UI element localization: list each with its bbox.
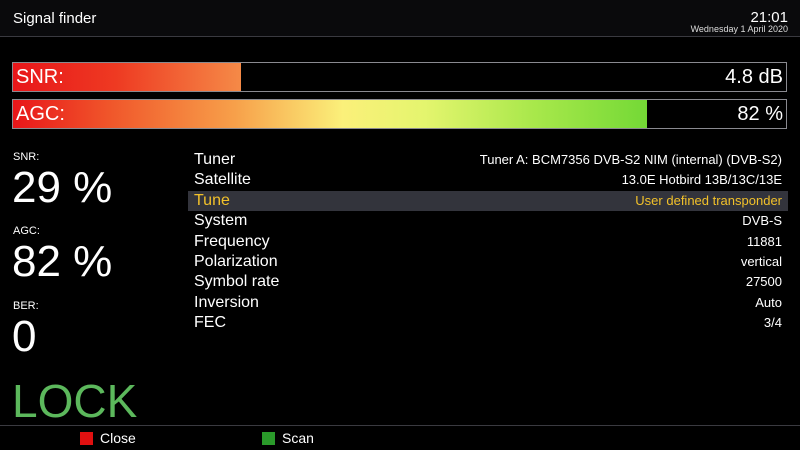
close-key-label: Close	[100, 430, 136, 446]
info-row[interactable]: Frequency 11881	[188, 232, 788, 252]
footer-bar: Close Scan	[0, 425, 800, 450]
agc-bar-label: AGC:	[16, 103, 65, 125]
ber-stat-value: 0	[12, 312, 37, 361]
agc-bar: AGC: 82 %	[12, 99, 787, 129]
info-row[interactable]: Symbol rate 27500	[188, 272, 788, 292]
info-row-value: 11881	[746, 233, 782, 249]
agc-stat-label: AGC:	[13, 225, 40, 237]
info-row-value: User defined transponder	[635, 192, 782, 208]
ber-stat-label: BER:	[13, 300, 39, 312]
close-key[interactable]: Close	[80, 430, 136, 446]
red-button-icon	[80, 431, 93, 445]
info-row-key: Polarization	[194, 252, 278, 270]
info-row-value: DVB-S	[742, 213, 782, 229]
info-row-key: Frequency	[194, 232, 270, 250]
info-row-key: Tuner	[194, 151, 236, 168]
info-row[interactable]: Satellite 13.0E Hotbird 13B/13C/13E	[188, 170, 788, 190]
info-row-value: 27500	[745, 274, 782, 290]
info-row-value: 3/4	[763, 315, 782, 331]
info-row[interactable]: FEC 3/4	[188, 313, 788, 333]
snr-stat-value: 29 %	[12, 163, 113, 212]
info-row-value: Tuner A: BCM7356 DVB-S2 NIM (internal) (…	[479, 152, 782, 167]
agc-stat-value: 82 %	[12, 237, 113, 286]
info-row-key: Satellite	[194, 171, 251, 189]
lock-status: LOCK	[12, 375, 138, 427]
agc-bar-fill	[13, 100, 647, 128]
agc-bar-value: 82 %	[737, 103, 783, 125]
page-title: Signal finder	[13, 10, 97, 27]
info-row-key: Inversion	[194, 293, 259, 311]
snr-bar-value: 4.8 dB	[725, 66, 783, 88]
snr-bar: SNR: 4.8 dB	[12, 62, 787, 92]
snr-bar-label: SNR:	[16, 66, 64, 88]
date-label: Wednesday 1 April 2020	[690, 24, 788, 34]
info-row-key: FEC	[194, 314, 226, 332]
info-row-key: Symbol rate	[194, 273, 280, 291]
info-row-value: 13.0E Hotbird 13B/13C/13E	[621, 172, 782, 188]
scan-key-label: Scan	[282, 430, 314, 446]
tuner-info-list: Tuner Tuner A: BCM7356 DVB-S2 NIM (intern…	[188, 150, 788, 334]
info-row[interactable]: System DVB-S	[188, 211, 788, 231]
info-row[interactable]: Tune User defined transponder	[188, 190, 788, 212]
info-row-key: System	[194, 212, 248, 230]
signal-finder-screen: Signal finder 21:01 Wednesday 1 April 20…	[0, 0, 800, 450]
info-row[interactable]: Polarization vertical	[188, 252, 788, 272]
snr-stat-label: SNR:	[13, 151, 40, 163]
info-row[interactable]: Tuner Tuner A: BCM7356 DVB-S2 NIM (intern…	[188, 150, 788, 170]
info-row-value: vertical	[740, 253, 782, 269]
header-bar: Signal finder 21:01 Wednesday 1 April 20…	[0, 0, 800, 37]
info-row-value: Auto	[755, 294, 782, 310]
scan-key[interactable]: Scan	[262, 430, 314, 446]
info-row[interactable]: Inversion Auto	[188, 293, 788, 313]
info-row-key: Tune	[194, 191, 230, 209]
green-button-icon	[262, 431, 275, 445]
